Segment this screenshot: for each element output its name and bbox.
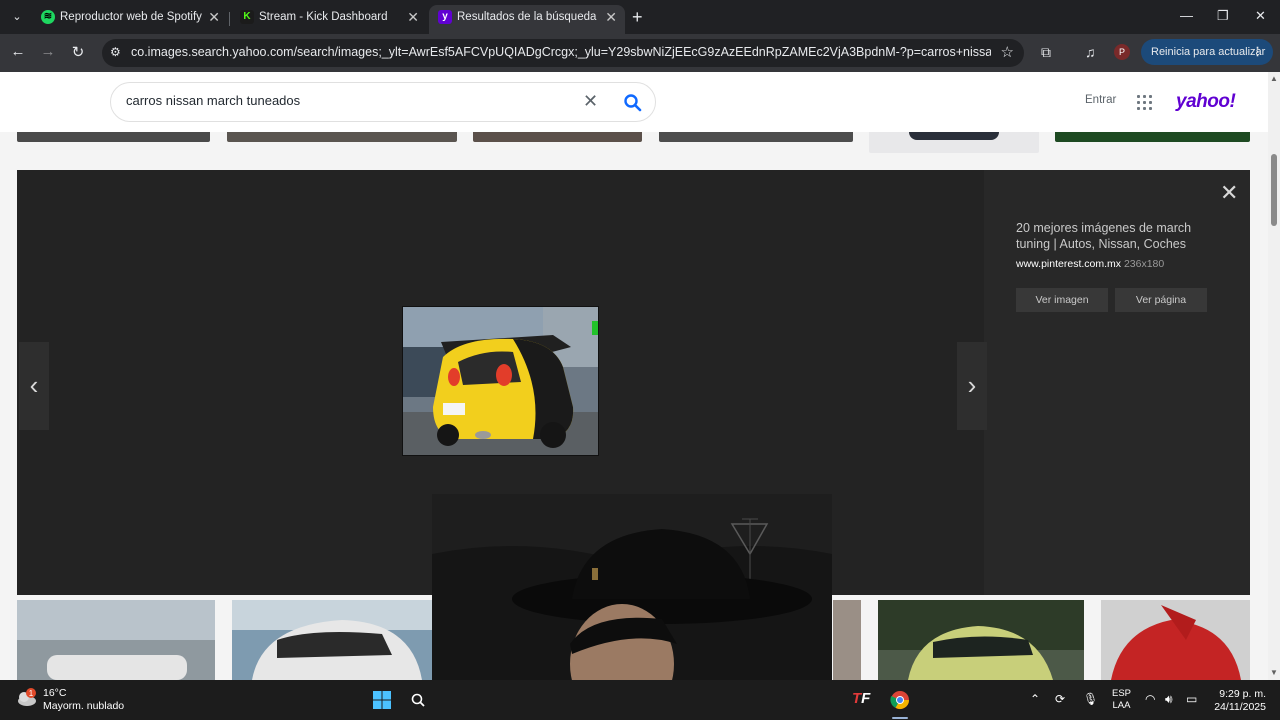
url-text: co.images.search.yahoo.com/search/images… (131, 45, 991, 59)
result-thumbnail[interactable] (17, 132, 210, 142)
weather-cloud-icon[interactable]: 1 (16, 686, 38, 708)
windows-start-icon[interactable] (372, 690, 392, 710)
next-image-button[interactable]: › (957, 342, 987, 430)
thumbnail-image (1101, 600, 1250, 680)
update-button[interactable]: Reinicia para actualizar ⋮ (1141, 39, 1273, 65)
tab-title: Stream - Kick Dashboard (259, 11, 388, 23)
yahoo-header: ✕ Entrar yahoo! (0, 72, 1268, 132)
windows-taskbar: 1 16°C Mayorm. nublado TF ⌃ ⟳ 🎙︎ ESP LAA… (0, 680, 1280, 720)
thumbnail-image (833, 600, 861, 680)
tab-search-button[interactable]: ⌄ (6, 7, 28, 27)
page-scrollbar[interactable]: ▲ ▼ (1268, 72, 1280, 680)
thumbnail-image (232, 600, 432, 680)
yahoo-icon: y (438, 10, 452, 24)
tab-spotify[interactable]: ≋ Reproductor web de Spotify: m ✕ (32, 5, 228, 34)
result-thumbnail[interactable] (227, 132, 457, 142)
previous-image-button[interactable]: ‹ (19, 342, 49, 430)
spotify-icon: ≋ (41, 10, 55, 24)
keyboard-layout: LAA (1112, 700, 1131, 711)
minimize-button[interactable]: — (1180, 8, 1193, 23)
thumbnail-image (878, 600, 1084, 680)
preview-image[interactable] (402, 306, 599, 456)
close-tab-icon[interactable]: ✕ (605, 5, 617, 29)
apps-grid-icon[interactable] (1137, 95, 1153, 111)
tab-kick[interactable]: K Stream - Kick Dashboard ✕ (231, 5, 427, 34)
result-thumbnail[interactable] (1055, 132, 1250, 142)
search-box: ✕ (110, 82, 656, 122)
scroll-down-arrow[interactable]: ▼ (1270, 668, 1278, 677)
yahoo-logo[interactable]: yahoo! (1176, 91, 1236, 113)
update-button-label: Reinicia para actualizar (1151, 46, 1266, 58)
tab-yahoo-results[interactable]: y Resultados de la búsqueda de ✕ (429, 5, 625, 34)
weather-description[interactable]: Mayorm. nublado (43, 700, 124, 712)
taskbar-search-icon[interactable] (410, 692, 426, 708)
app-tf-icon[interactable]: TF (852, 690, 870, 707)
close-tab-icon[interactable]: ✕ (407, 5, 419, 29)
tab-title: Resultados de la búsqueda de (457, 11, 599, 23)
extensions-icon[interactable]: ⧉ (1041, 44, 1051, 61)
show-hidden-icons-chevron-icon[interactable]: ⌃ (1030, 692, 1040, 706)
weather-temperature[interactable]: 16°C (43, 687, 66, 699)
image-dimensions: 236x180 (1123, 258, 1165, 270)
system-clock[interactable]: 9:29 p. m. 24/11/2025 (1210, 688, 1266, 714)
input-language[interactable]: ESP LAA (1112, 688, 1131, 712)
bookmark-star-icon[interactable]: ☆ (1001, 43, 1014, 61)
result-thumbnail[interactable] (1101, 600, 1250, 680)
volume-icon[interactable]: 🔊︎ (1165, 692, 1173, 707)
view-page-button[interactable]: Ver página (1115, 288, 1207, 312)
sign-in-link[interactable]: Entrar (1085, 94, 1116, 106)
scroll-up-arrow[interactable]: ▲ (1270, 74, 1278, 83)
clock-time: 9:29 p. m. (1219, 688, 1266, 700)
tab-divider (229, 12, 230, 26)
new-tab-button[interactable]: + (632, 8, 643, 26)
thumbnail-image (17, 600, 215, 680)
forward-button[interactable]: → (38, 43, 58, 60)
language-code: ESP (1112, 688, 1132, 699)
sync-icon[interactable]: ⟳ (1055, 692, 1065, 706)
profile-avatar[interactable]: P (1114, 44, 1130, 60)
search-input[interactable] (126, 93, 566, 108)
view-image-button[interactable]: Ver imagen (1016, 288, 1108, 312)
menu-dots-icon[interactable]: ⋮ (1252, 39, 1263, 65)
chrome-icon[interactable] (890, 690, 910, 710)
browser-toolbar: ← → ↻ ⚙ co.images.search.yahoo.com/searc… (0, 34, 1280, 72)
active-app-indicator (892, 717, 908, 719)
restore-button[interactable]: ❐ (1217, 8, 1229, 24)
close-window-button[interactable]: ✕ (1255, 8, 1266, 24)
result-thumbnail[interactable] (473, 132, 642, 142)
result-thumbnail[interactable] (17, 600, 215, 680)
result-thumbnail[interactable] (833, 600, 861, 680)
search-icon[interactable] (621, 91, 645, 115)
address-bar[interactable]: ⚙ co.images.search.yahoo.com/search/imag… (102, 39, 1024, 67)
battery-icon[interactable]: ▭ (1186, 692, 1197, 706)
media-control-icon[interactable]: ♫ (1085, 44, 1096, 60)
result-thumbnail[interactable] (869, 132, 1039, 153)
close-preview-icon[interactable]: ✕ (1220, 180, 1238, 206)
weather-badge: 1 (29, 689, 34, 698)
clock-date: 24/11/2025 (1214, 701, 1266, 713)
tab-strip: ⌄ ≋ Reproductor web de Spotify: m ✕ K St… (0, 0, 1280, 34)
tab-title: Reproductor web de Spotify: m (60, 11, 202, 23)
result-thumbnail[interactable] (232, 600, 432, 680)
result-thumbnail[interactable] (878, 600, 1084, 680)
wifi-icon[interactable]: ◠ (1145, 692, 1155, 706)
reload-button[interactable]: ↻ (68, 43, 88, 61)
microphone-icon[interactable]: 🎙︎ (1083, 692, 1098, 706)
close-tab-icon[interactable]: ✕ (208, 5, 220, 29)
image-title[interactable]: 20 mejores imágenes de march tuning | Au… (1016, 220, 1216, 252)
yellow-tuned-car-photo (403, 307, 598, 455)
result-thumbnail[interactable] (659, 132, 853, 142)
scrollbar-thumb[interactable] (1271, 154, 1277, 226)
site-info-icon[interactable]: ⚙ (110, 45, 121, 59)
image-source: www.pinterest.com.mx 236x180 (1016, 258, 1164, 270)
source-site[interactable]: www.pinterest.com.mx (1016, 258, 1121, 270)
back-button[interactable]: ← (8, 43, 28, 60)
kick-icon: K (240, 10, 254, 24)
clear-search-icon[interactable]: ✕ (583, 91, 598, 112)
